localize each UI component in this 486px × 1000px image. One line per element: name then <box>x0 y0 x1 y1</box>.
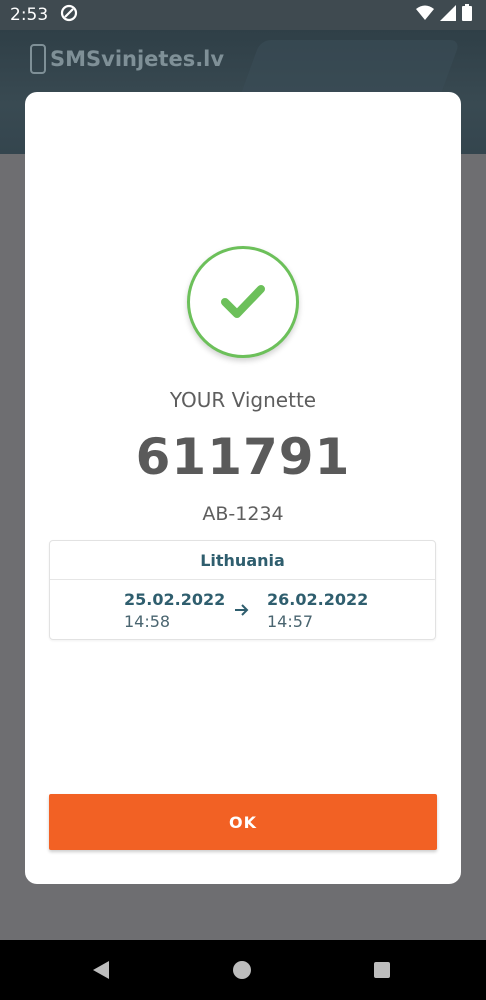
cell-signal-icon <box>440 4 456 26</box>
home-icon[interactable] <box>233 961 251 979</box>
logo-text: SMSvinjetes.lv <box>50 47 225 71</box>
vignette-number: 611791 <box>135 428 351 486</box>
system-nav-bar <box>0 940 486 1000</box>
validity-card: Lithuania 25.02.2022 14:58 26.02.2022 14… <box>49 540 436 640</box>
wifi-icon <box>416 5 434 26</box>
phone-icon <box>30 44 46 74</box>
license-plate: AB-1234 <box>202 503 284 525</box>
battery-icon <box>462 4 472 26</box>
status-time: 2:53 <box>10 5 49 25</box>
valid-from: 25.02.2022 14:58 <box>124 590 225 634</box>
vignette-label: YOUR Vignette <box>169 388 317 412</box>
valid-to: 26.02.2022 14:57 <box>267 590 368 634</box>
valid-from-time: 14:58 <box>124 612 171 631</box>
success-check-icon <box>187 246 299 358</box>
app-logo: SMSvinjetes.lv <box>30 44 224 74</box>
arrow-right-icon <box>234 602 250 621</box>
valid-to-date: 26.02.2022 <box>267 590 369 609</box>
recent-apps-icon[interactable] <box>374 962 390 978</box>
status-bar: 2:53 <box>0 0 486 30</box>
country-name: Lithuania <box>50 541 435 580</box>
validity-dates: 25.02.2022 14:58 26.02.2022 14:57 <box>50 580 435 640</box>
vignette-dialog: YOUR Vignette 611791 AB-1234 Lithuania 2… <box>25 92 461 884</box>
valid-from-date: 25.02.2022 <box>124 590 226 609</box>
back-icon[interactable] <box>92 961 110 983</box>
sync-icon <box>60 4 78 27</box>
valid-to-time: 14:57 <box>267 612 314 631</box>
ok-button[interactable]: OK <box>49 794 437 850</box>
